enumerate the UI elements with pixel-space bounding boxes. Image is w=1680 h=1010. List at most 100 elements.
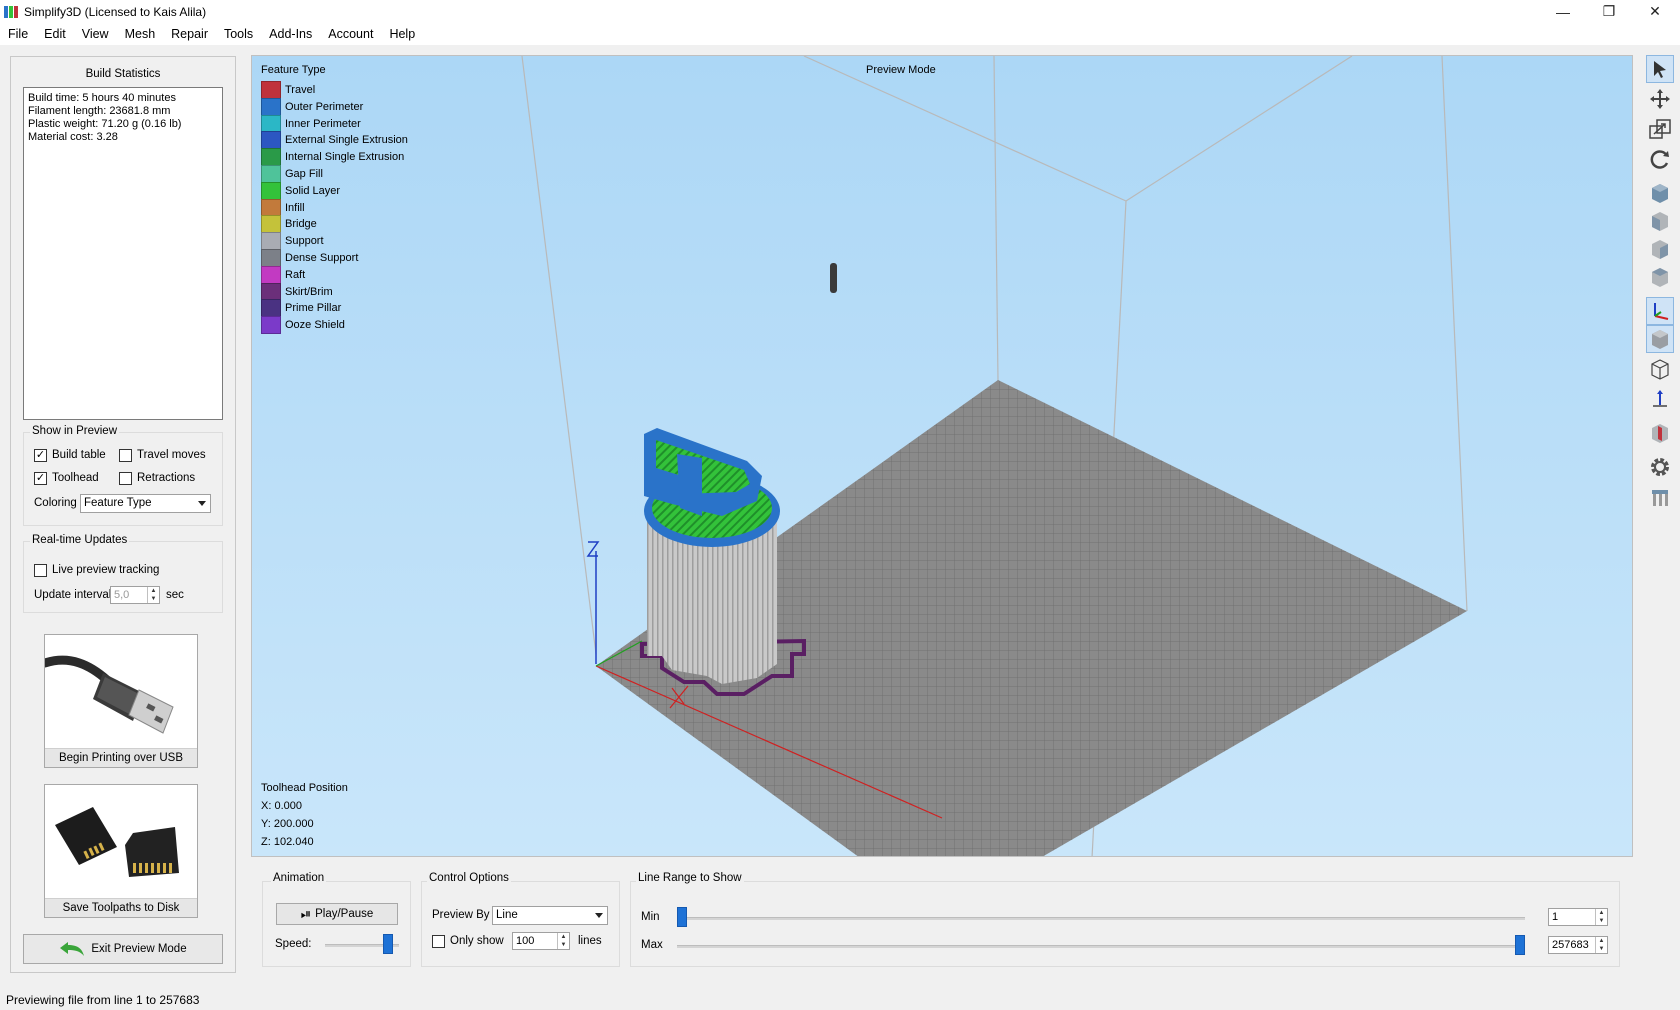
move-icon[interactable] — [1646, 85, 1674, 113]
app-logo-icon — [4, 5, 18, 19]
legend-swatch — [261, 215, 281, 234]
save-toolpaths-button[interactable]: Save Toolpaths to Disk — [44, 784, 198, 918]
legend-swatch — [261, 131, 281, 150]
build-table-checkbox[interactable]: ✓ — [34, 449, 47, 462]
max-label: Max — [641, 939, 663, 951]
min-label: Min — [641, 911, 660, 923]
menu-account[interactable]: Account — [320, 23, 381, 45]
menu-mesh[interactable]: Mesh — [117, 23, 164, 45]
toolhead-checkbox[interactable]: ✓ — [34, 472, 47, 485]
menu-view[interactable]: View — [74, 23, 117, 45]
control-options-title: Control Options — [427, 872, 511, 884]
toolhead-z: Z: 102.040 — [261, 836, 314, 848]
minimize-button[interactable]: — — [1540, 0, 1586, 23]
only-show-label: Only show — [450, 935, 504, 947]
speed-label: Speed: — [275, 938, 312, 950]
build-statistics-title: Build Statistics — [85, 68, 161, 80]
view-front-icon[interactable] — [1646, 207, 1674, 235]
min-line-spinbox[interactable]: 1 ▲ ▼ — [1548, 908, 1608, 926]
legend-swatch — [261, 282, 281, 301]
legend-label: Inner Perimeter — [285, 117, 361, 130]
max-line-spinbox[interactable]: 257683 ▲ ▼ — [1548, 936, 1608, 954]
wireframe-view-icon[interactable] — [1646, 355, 1674, 383]
speed-slider-thumb[interactable] — [382, 934, 393, 954]
legend-item: Prime Pillar — [261, 299, 342, 318]
legend-item: Inner Perimeter — [261, 114, 361, 133]
left-panel: Build Statistics Build time: 5 hours 40 … — [10, 56, 236, 973]
toolhead-y: Y: 200.000 — [261, 818, 314, 830]
begin-printing-usb-button[interactable]: Begin Printing over USB — [44, 634, 198, 768]
axes-icon[interactable] — [1646, 297, 1674, 325]
max-line-value: 257683 — [1552, 939, 1589, 951]
control-options-group: Control Options Preview By Line Only sho… — [421, 872, 620, 967]
animation-title: Animation — [271, 872, 327, 884]
spin-arrows-icon: ▲ ▼ — [1595, 909, 1607, 925]
restore-button[interactable]: ❐ — [1586, 0, 1632, 23]
legend-item: Dense Support — [261, 249, 358, 267]
shaded-view-icon[interactable] — [1646, 325, 1674, 353]
chevron-down-icon — [595, 913, 603, 918]
update-interval-unit: sec — [166, 589, 184, 601]
retractions-label: Retractions — [137, 472, 196, 484]
live-preview-tracking-label: Live preview tracking — [52, 564, 160, 576]
update-interval-spinbox[interactable]: 5,0 ▲ ▼ — [110, 586, 160, 604]
legend-label: Prime Pillar — [285, 302, 342, 315]
line-range-title: Line Range to Show — [636, 872, 744, 884]
build-statistics-box: Build time: 5 hours 40 minutes Filament … — [23, 87, 223, 420]
rotate-icon[interactable] — [1646, 145, 1674, 173]
toolhead-nozzle — [830, 263, 837, 293]
travel-moves-checkbox[interactable] — [119, 449, 132, 462]
view-side-icon[interactable] — [1646, 235, 1674, 263]
spin-arrows-icon: ▲ ▼ — [147, 587, 159, 603]
only-show-checkbox[interactable] — [432, 935, 445, 948]
close-button[interactable]: ✕ — [1632, 0, 1678, 23]
legend-item: Internal Single Extrusion — [261, 148, 404, 167]
only-show-lines-spinbox[interactable]: 100 ▲ ▼ — [512, 932, 570, 950]
realtime-updates-group: Real-time Updates Live preview tracking … — [23, 534, 223, 613]
settings-gear-icon[interactable] — [1646, 453, 1674, 481]
preview-viewport[interactable]: Feature Type Preview Mode Travel Outer Pe… — [251, 55, 1633, 857]
legend-item: Gap Fill — [261, 165, 323, 183]
min-slider-thumb[interactable] — [677, 907, 687, 927]
legend-swatch — [261, 316, 281, 335]
axis-arrow-icon[interactable] — [1646, 385, 1674, 413]
menu-add-ins[interactable]: Add-Ins — [261, 23, 320, 45]
select-icon[interactable] — [1646, 55, 1674, 83]
menu-tools[interactable]: Tools — [216, 23, 261, 45]
live-preview-tracking-checkbox[interactable] — [34, 564, 47, 577]
menu-bar: File Edit View Mesh Repair Tools Add-Ins… — [0, 23, 1680, 45]
cross-section-icon[interactable] — [1646, 419, 1674, 447]
coloring-label: Coloring — [34, 497, 77, 509]
scale-icon[interactable] — [1646, 115, 1674, 143]
retractions-checkbox[interactable] — [119, 472, 132, 485]
exit-preview-mode-button[interactable]: Exit Preview Mode — [23, 934, 223, 964]
coloring-select-value: Feature Type — [84, 497, 152, 509]
legend-label: Raft — [285, 268, 306, 281]
menu-edit[interactable]: Edit — [36, 23, 74, 45]
menu-help[interactable]: Help — [381, 23, 423, 45]
coloring-select[interactable]: Feature Type — [80, 494, 211, 513]
view-default-icon[interactable] — [1646, 179, 1674, 207]
legend-item: Support — [261, 232, 324, 251]
window-title: Simplify3D (Licensed to Kais Alila) — [24, 4, 207, 19]
legend-label: Support — [285, 235, 324, 248]
right-toolbar — [1643, 53, 1677, 528]
view-top-icon[interactable] — [1646, 263, 1674, 291]
legend-label: Bridge — [285, 218, 317, 231]
exit-preview-mode-label: Exit Preview Mode — [91, 943, 187, 955]
travel-moves-label: Travel moves — [137, 449, 206, 461]
menu-repair[interactable]: Repair — [163, 23, 216, 45]
legend-swatch — [261, 265, 281, 284]
stat-material-cost: Material cost: 3.28 — [28, 131, 118, 143]
3d-scene — [521, 56, 1468, 856]
support-icon[interactable] — [1646, 483, 1674, 511]
realtime-updates-title: Real-time Updates — [30, 534, 130, 546]
play-pause-button[interactable]: ⏯ Play/Pause — [276, 903, 398, 925]
max-slider-track — [677, 945, 1525, 948]
menu-file[interactable]: File — [0, 23, 36, 45]
bottom-controls: Animation ⏯ Play/Pause Speed: Control Op… — [251, 867, 1633, 977]
max-slider-thumb[interactable] — [1515, 935, 1525, 955]
legend-label: Infill — [285, 201, 305, 214]
preview-by-select[interactable]: Line — [492, 906, 608, 925]
legend-label: Dense Support — [285, 252, 359, 264]
